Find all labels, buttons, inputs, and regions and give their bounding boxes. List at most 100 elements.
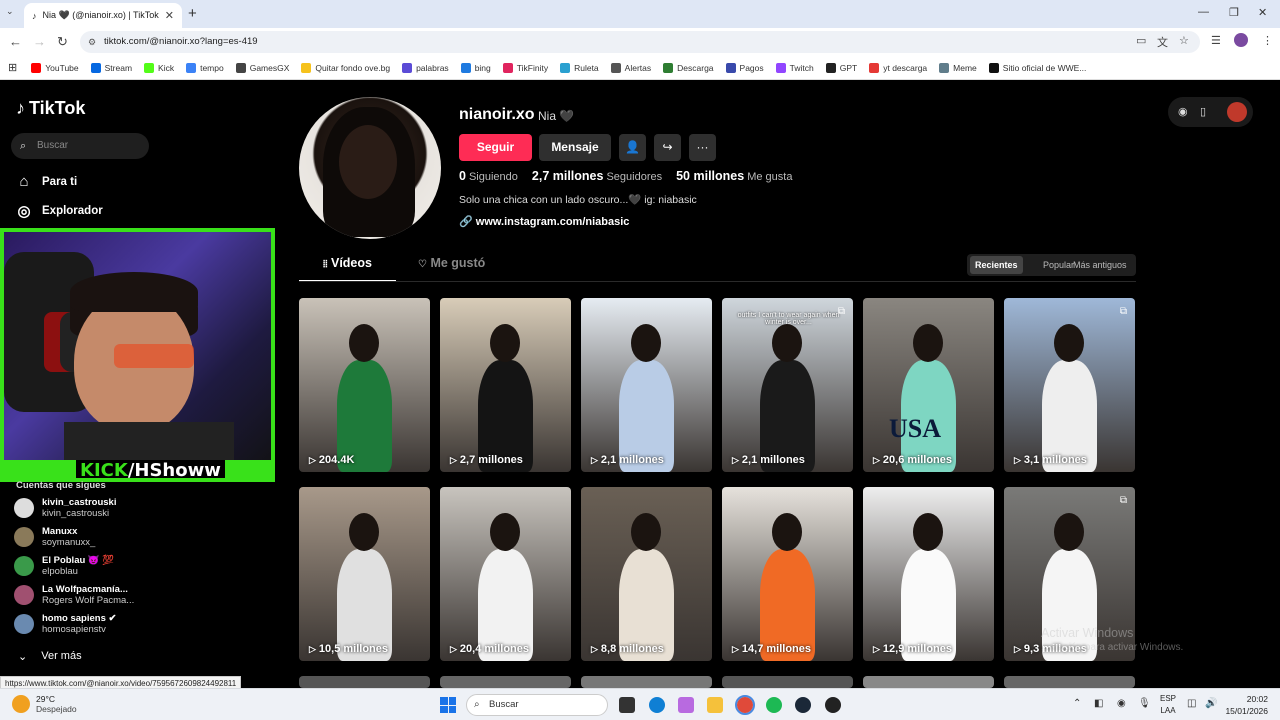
spotify-icon[interactable] xyxy=(766,697,782,713)
video-thumbnail-partial[interactable] xyxy=(440,676,571,688)
following-account[interactable]: Manuxx soymanuxx_ xyxy=(14,526,95,548)
bookmark-item[interactable]: Meme xyxy=(939,62,977,73)
bookmark-item[interactable]: TikFinity xyxy=(502,62,548,73)
bookmark-item[interactable]: YouTube xyxy=(31,62,79,73)
video-thumbnail-partial[interactable] xyxy=(863,676,994,688)
bookmark-item[interactable]: GamesGX xyxy=(235,62,289,73)
video-thumbnail[interactable]: ▷ 20,4 millones xyxy=(440,487,571,661)
user-avatar[interactable] xyxy=(1227,102,1247,122)
reload-icon[interactable]: ↻ xyxy=(57,34,68,50)
video-thumbnail-partial[interactable] xyxy=(581,676,712,688)
video-thumbnail-partial[interactable] xyxy=(722,676,853,688)
profile-link[interactable]: 🔗 www.instagram.com/niabasic xyxy=(459,215,629,228)
close-window-icon[interactable]: ✕ xyxy=(1258,6,1267,19)
nav-para-ti[interactable]: ⌂ Para ti xyxy=(16,173,77,190)
translate-icon[interactable]: 文 xyxy=(1157,34,1168,50)
following-account[interactable]: homo sapiens ✔ homosapienstv xyxy=(14,613,116,635)
language-indicator[interactable]: ESP LAA xyxy=(1160,693,1176,717)
task-view-icon[interactable] xyxy=(619,697,635,713)
following-account[interactable]: El Poblau 😈 💯 elpoblau xyxy=(14,555,114,577)
bookmark-item[interactable]: Stream xyxy=(90,62,132,73)
apps-grid-icon[interactable]: ⊞ xyxy=(8,61,17,74)
profile-avatar[interactable] xyxy=(1234,33,1248,47)
address-bar[interactable]: ⚙ tiktok.com/@nianoir.xo?lang=es-419 xyxy=(80,31,1200,53)
close-tab-icon[interactable]: ✕ xyxy=(165,9,174,22)
tab-liked[interactable]: ♡ Me gustó xyxy=(418,256,485,270)
reading-list-icon[interactable]: ☰ xyxy=(1211,34,1221,47)
phone-icon[interactable]: ▯ xyxy=(1200,105,1206,118)
following-account[interactable]: La Wolfpacmanía... Rogers Wolf Pacma... xyxy=(14,584,134,606)
following-account[interactable]: kivin_castrouski kivin_castrouski xyxy=(14,497,116,519)
video-thumbnail-partial[interactable] xyxy=(1004,676,1135,688)
obs-icon[interactable] xyxy=(825,697,841,713)
video-thumbnail-partial[interactable] xyxy=(299,676,430,688)
bookmark-item[interactable]: palabras xyxy=(402,62,449,73)
menu-icon[interactable]: ⋮ xyxy=(1262,34,1273,47)
share-icon[interactable]: ↪ xyxy=(654,134,681,161)
tray-app-icon[interactable]: ◧ xyxy=(1094,698,1103,709)
copilot-icon[interactable] xyxy=(678,697,694,713)
tab-list-chevron-icon[interactable]: ⌄ xyxy=(6,6,14,17)
bookmark-item[interactable]: bing xyxy=(460,62,491,73)
video-thumbnail[interactable]: ▷ 2,7 millones xyxy=(440,298,571,472)
chrome-icon[interactable] xyxy=(735,695,755,715)
more-options-icon[interactable]: ··· xyxy=(689,134,716,161)
live-icon[interactable]: ◉ xyxy=(1178,105,1188,118)
bookmark-item[interactable]: GPT xyxy=(825,62,857,73)
video-thumbnail[interactable]: ▷ 8,8 millones xyxy=(581,487,712,661)
message-button[interactable]: Mensaje xyxy=(539,134,611,161)
bookmark-item[interactable]: Twitch xyxy=(775,62,814,73)
edge-icon[interactable] xyxy=(649,697,665,713)
followers-stat[interactable]: 2,7 millones Seguidores xyxy=(532,169,662,183)
browser-tab[interactable]: ♪ Nia 🖤 (@nianoir.xo) | TikTok ✕ xyxy=(24,3,182,28)
tiktok-note-icon: ♪ xyxy=(16,98,25,118)
windows-start-icon[interactable] xyxy=(440,697,456,713)
tray-app2-icon[interactable]: ◉ xyxy=(1117,698,1126,709)
sort-oldest-button[interactable]: Más antiguos xyxy=(1068,256,1132,274)
forward-icon[interactable]: → xyxy=(33,34,46,49)
see-more-button[interactable]: ⌄ Ver más xyxy=(18,650,82,663)
network-icon[interactable]: ◫ xyxy=(1187,698,1196,709)
following-stat[interactable]: 0 Siguiendo xyxy=(459,169,518,183)
cast-icon[interactable]: ▭ xyxy=(1136,34,1146,47)
bookmark-star-icon[interactable]: ☆ xyxy=(1179,34,1189,47)
bookmark-item[interactable]: Quitar fondo ove.bg xyxy=(301,62,390,73)
bookmark-item[interactable]: Sitio oficial de WWE... xyxy=(988,62,1086,73)
video-thumbnail[interactable]: ▷ 14,7 millones xyxy=(722,487,853,661)
steam-icon[interactable] xyxy=(795,697,811,713)
sort-recent-button[interactable]: Recientes xyxy=(970,256,1023,274)
site-info-icon[interactable]: ⚙ xyxy=(88,31,96,53)
video-thumbnail[interactable]: outfits I can't to wear again when winte… xyxy=(722,298,853,472)
weather-widget[interactable]: 29°C Despejado xyxy=(12,694,77,714)
tiktok-logo[interactable]: ♪ TikTok xyxy=(16,98,85,119)
video-thumbnail[interactable]: ▷ 10,5 millones xyxy=(299,487,430,661)
nav-explorador[interactable]: ◎ Explorador xyxy=(16,202,102,220)
add-friend-icon[interactable]: 👤 xyxy=(619,134,646,161)
file-explorer-icon[interactable] xyxy=(707,697,723,713)
bookmark-item[interactable]: Ruleta xyxy=(560,62,599,73)
follow-button[interactable]: Seguir xyxy=(459,134,532,161)
taskbar-search[interactable]: ⌕ Buscar xyxy=(466,694,608,716)
bookmark-item[interactable]: yt descarga xyxy=(869,62,927,73)
bookmark-item[interactable]: Descarga xyxy=(663,62,714,73)
bookmark-item[interactable]: Kick xyxy=(144,62,174,73)
search-input[interactable]: ⌕ Buscar xyxy=(11,133,149,159)
volume-icon[interactable]: 🔊 xyxy=(1205,698,1217,709)
bookmark-item[interactable]: Pagos xyxy=(725,62,764,73)
thumbnail-figure-head xyxy=(913,324,943,362)
bookmark-item[interactable]: Alertas xyxy=(610,62,651,73)
microphone-icon[interactable]: 🎙 xyxy=(1138,698,1151,709)
tab-videos[interactable]: ⦙⦙ Vídeos xyxy=(299,256,396,282)
tray-chevron-icon[interactable]: ⌃ xyxy=(1073,698,1081,709)
video-thumbnail[interactable]: ▷ 204.4K xyxy=(299,298,430,472)
clock[interactable]: 20:02 15/01/2026 xyxy=(1225,693,1268,717)
maximize-icon[interactable]: ❐ xyxy=(1229,6,1239,19)
new-tab-icon[interactable]: + xyxy=(188,5,197,22)
video-thumbnail[interactable]: ▷ 12,9 millones xyxy=(863,487,994,661)
video-thumbnail[interactable]: USA ▷ 20,6 millones xyxy=(863,298,994,472)
video-thumbnail[interactable]: ▷ 2,1 millones xyxy=(581,298,712,472)
back-icon[interactable]: ← xyxy=(9,34,22,49)
bookmark-item[interactable]: tempo xyxy=(186,62,224,73)
minimize-icon[interactable]: — xyxy=(1198,6,1209,18)
video-thumbnail[interactable]: ⧉ ▷ 3,1 millones xyxy=(1004,298,1135,472)
